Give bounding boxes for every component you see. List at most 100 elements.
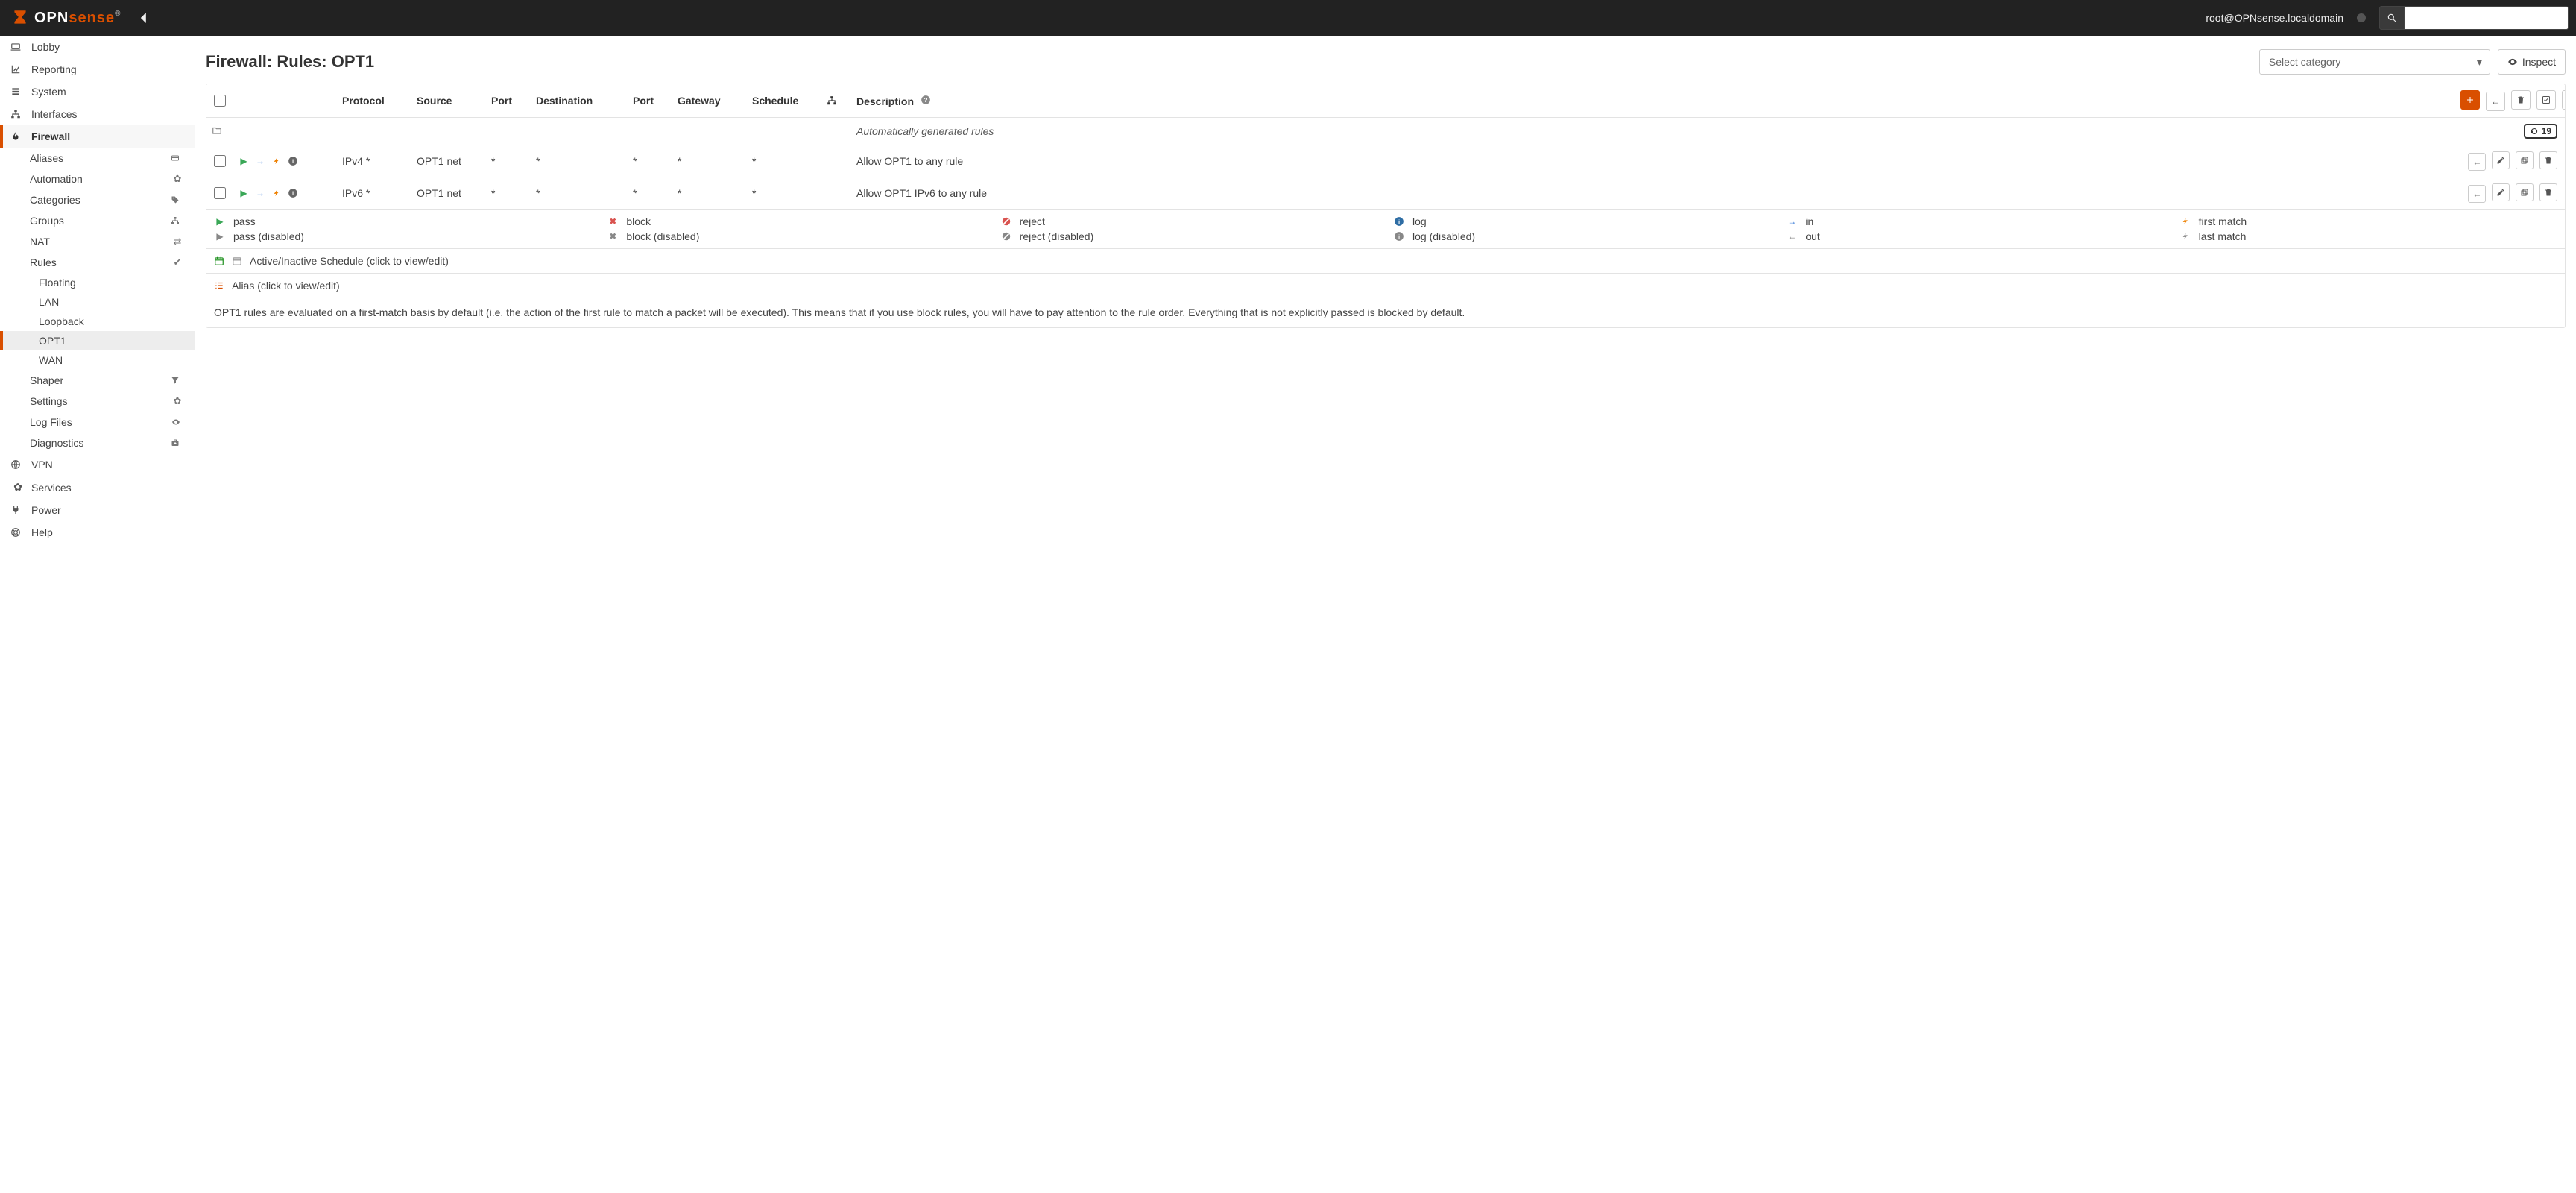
sidebar-leaf-lan[interactable]: LAN	[0, 292, 195, 312]
sidebar-item-lobby[interactable]: Lobby	[0, 36, 195, 58]
tag-icon	[171, 195, 184, 204]
legend-label: pass (disabled)	[233, 230, 304, 242]
table-toolbar: ←	[2453, 84, 2565, 118]
sidebar-item-label: Reporting	[31, 63, 77, 75]
sidebar-sub-rules[interactable]: Rules ✔	[0, 252, 195, 273]
delete-rules-button[interactable]	[2511, 90, 2531, 110]
add-rule-button[interactable]	[2460, 90, 2480, 110]
svg-text:?: ?	[924, 97, 927, 104]
sidebar-sub-shaper[interactable]: Shaper	[0, 370, 195, 391]
rule-select-checkbox[interactable]	[214, 155, 226, 167]
folder-icon	[211, 125, 223, 136]
rule-schedule: *	[748, 145, 822, 177]
plug-icon	[10, 505, 25, 515]
schedule-note: Active/Inactive Schedule (click to view/…	[206, 249, 2565, 274]
rule-source: OPT1 net	[412, 177, 487, 210]
legend-label: in	[1805, 215, 1813, 227]
legend-label: out	[1805, 230, 1819, 242]
sidebar-sub-categories[interactable]: Categories	[0, 189, 195, 210]
legend-label: block	[626, 215, 651, 227]
disable-rules-button[interactable]	[2562, 90, 2566, 110]
category-select[interactable]: Select category ▾	[2259, 49, 2490, 75]
sidebar-item-reporting[interactable]: Reporting	[0, 58, 195, 81]
sidebar-item-label: Services	[31, 482, 72, 494]
info-icon[interactable]: i	[287, 187, 299, 199]
sidebar-sub-nat[interactable]: NAT ⇄	[0, 231, 195, 252]
help-icon[interactable]: ?	[920, 94, 932, 106]
search-button[interactable]	[2379, 6, 2405, 30]
legend-label: pass	[233, 215, 256, 227]
sidebar-leaf-floating[interactable]: Floating	[0, 273, 195, 292]
globe-icon	[10, 459, 25, 470]
sidebar-item-label: Power	[31, 504, 61, 516]
sidebar-sub-logfiles[interactable]: Log Files	[0, 412, 195, 432]
rule-delete-button[interactable]	[2539, 151, 2557, 169]
sidebar-sub-settings[interactable]: Settings ✿	[0, 391, 195, 412]
sidebar-toggle-button[interactable]	[139, 13, 160, 23]
legend-label: reject	[1020, 215, 1045, 227]
col-dport: Port	[628, 84, 673, 118]
sidebar-item-label: Automation	[30, 173, 83, 185]
legend-label: log (disabled)	[1412, 230, 1475, 242]
trash-icon	[2544, 188, 2553, 197]
rule-destination: *	[531, 145, 628, 177]
arrow-left-icon: ←	[1786, 230, 1798, 242]
legend-label: first match	[2199, 215, 2247, 227]
pencil-icon	[2496, 156, 2505, 165]
rule-clone-button[interactable]	[2516, 183, 2534, 201]
rule-edit-button[interactable]	[2492, 151, 2510, 169]
sidebar-leaf-wan[interactable]: WAN	[0, 350, 195, 370]
search-input[interactable]	[2405, 6, 2569, 30]
alias-note-text: Alias (click to view/edit)	[232, 280, 340, 292]
sidebar-item-services[interactable]: ✿ Services	[0, 476, 195, 499]
gears-icon: ✿	[171, 395, 184, 407]
info-icon: i	[1393, 230, 1405, 242]
rule-source: OPT1 net	[412, 145, 487, 177]
sidebar-sub-diagnostics[interactable]: Diagnostics	[0, 432, 195, 453]
rule-delete-button[interactable]	[2539, 183, 2557, 201]
brand-logo[interactable]: OPNsense®	[10, 8, 121, 28]
sidebar-leaf-loopback[interactable]: Loopback	[0, 312, 195, 331]
auto-rules-row[interactable]: Automatically generated rules 19	[206, 118, 2565, 145]
sidebar-sub-automation[interactable]: Automation ✿	[0, 169, 195, 189]
sidebar-item-vpn[interactable]: VPN	[0, 453, 195, 476]
sidebar-item-firewall[interactable]: Firewall	[0, 125, 195, 148]
info-icon[interactable]: i	[287, 155, 299, 167]
sidebar-item-power[interactable]: Power	[0, 499, 195, 521]
rule-select-checkbox[interactable]	[214, 187, 226, 199]
content-area: Firewall: Rules: OPT1 Select category ▾ …	[195, 36, 2576, 1193]
inspect-button[interactable]: Inspect	[2498, 49, 2566, 75]
enable-rules-button[interactable]	[2536, 90, 2556, 110]
svg-text:i: i	[292, 190, 294, 197]
sidebar-item-interfaces[interactable]: Interfaces	[0, 103, 195, 125]
sidebar-sub-aliases[interactable]: Aliases	[0, 148, 195, 169]
col-category	[822, 84, 852, 118]
col-port: Port	[487, 84, 531, 118]
play-icon: ▶	[238, 187, 250, 199]
page-title: Firewall: Rules: OPT1	[206, 52, 2252, 72]
sidebar-item-system[interactable]: System	[0, 81, 195, 103]
col-schedule: Schedule	[748, 84, 822, 118]
rule-move-button[interactable]: ←	[2468, 153, 2486, 171]
brand-left: OPN	[34, 10, 69, 26]
alias-note: Alias (click to view/edit)	[206, 274, 2565, 298]
auto-rules-count[interactable]: 19	[2524, 124, 2557, 139]
chevron-down-icon: ▾	[2477, 56, 2482, 69]
rule-description: Allow OPT1 to any rule	[852, 145, 2453, 177]
sidebar-item-label: Interfaces	[31, 108, 77, 120]
rule-edit-button[interactable]	[2492, 183, 2510, 201]
sidebar-item-label: Loopback	[39, 315, 84, 327]
rule-move-button[interactable]: ←	[2468, 185, 2486, 203]
user-label[interactable]: root@OPNsense.localdomain	[2206, 12, 2343, 24]
laptop-icon	[10, 42, 25, 52]
sidebar-item-help[interactable]: Help	[0, 521, 195, 544]
sidebar-leaf-opt1[interactable]: OPT1	[0, 331, 195, 350]
rule-clone-button[interactable]	[2516, 151, 2534, 169]
sidebar-item-label: Groups	[30, 215, 64, 227]
sitemap-icon	[827, 95, 837, 106]
info-icon: i	[1393, 215, 1405, 227]
move-rule-button[interactable]: ←	[2486, 92, 2505, 111]
select-all-checkbox[interactable]	[214, 95, 226, 107]
sidebar-item-label: Shaper	[30, 374, 63, 386]
sidebar-sub-groups[interactable]: Groups	[0, 210, 195, 231]
